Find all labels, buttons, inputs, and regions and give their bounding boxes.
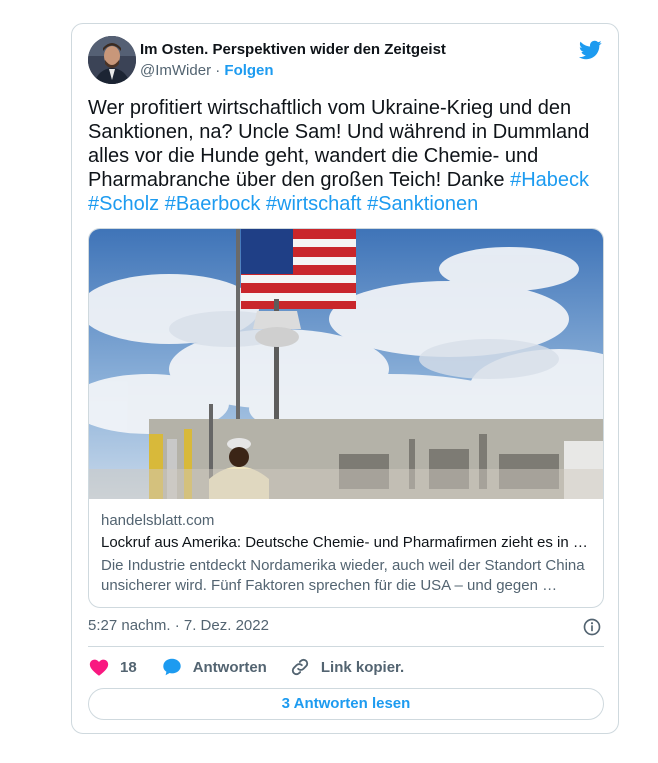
author-handle[interactable]: @ImWider [140, 62, 211, 79]
hashtag-sanktionen[interactable]: #Sanktionen [367, 193, 478, 215]
heart-icon [89, 659, 109, 676]
divider [88, 646, 604, 647]
author-sub: @ImWider · Folgen [140, 61, 446, 81]
copy-link-button[interactable]: Link kopier. [289, 656, 404, 678]
reply-label: Antworten [192, 658, 267, 676]
action-bar: 18 Antworten Link kopier. [88, 655, 426, 679]
reply-bubble-icon [162, 658, 181, 676]
tweet-timestamp[interactable]: 5:27 nachm. · 7. Dez. 2022 [88, 617, 269, 634]
twitter-bird-icon[interactable] [578, 38, 602, 62]
link-preview-card[interactable]: handelsblatt.com Lockruf aus Amerika: De… [88, 228, 604, 608]
tweet-text: Wer profitiert wirtschaftlich vom Ukrain… [88, 96, 600, 216]
article-photo [89, 229, 603, 499]
link-card-description: Die Industrie entdeckt Nordamerika wiede… [101, 557, 585, 594]
link-card-title: Lockruf aus Amerika: Deutsche Chemie- un… [101, 534, 591, 551]
like-count: 18 [120, 658, 137, 676]
hashtag-wirtschaft[interactable]: #wirtschaft [266, 193, 362, 215]
read-replies-button[interactable]: 3 Antworten lesen [88, 688, 604, 720]
separator: · [215, 62, 221, 79]
info-icon[interactable] [582, 617, 602, 637]
hashtag-baerbock[interactable]: #Baerbock [165, 193, 261, 215]
avatar[interactable] [88, 36, 136, 84]
link-icon [291, 658, 308, 676]
reply-button[interactable]: Antworten [161, 656, 267, 678]
follow-button[interactable]: Folgen [224, 62, 273, 79]
like-button[interactable]: 18 [88, 656, 137, 678]
tweet-embed-card: Im Osten. Perspektiven wider den Zeitgei… [71, 23, 619, 734]
author-block: Im Osten. Perspektiven wider den Zeitgei… [140, 41, 446, 81]
hashtag-habeck[interactable]: #Habeck [510, 169, 589, 191]
hashtag-scholz[interactable]: #Scholz [88, 193, 159, 215]
link-card-domain: handelsblatt.com [101, 512, 215, 529]
author-name[interactable]: Im Osten. Perspektiven wider den Zeitgei… [140, 41, 446, 59]
copy-link-label: Link kopier. [320, 658, 405, 676]
